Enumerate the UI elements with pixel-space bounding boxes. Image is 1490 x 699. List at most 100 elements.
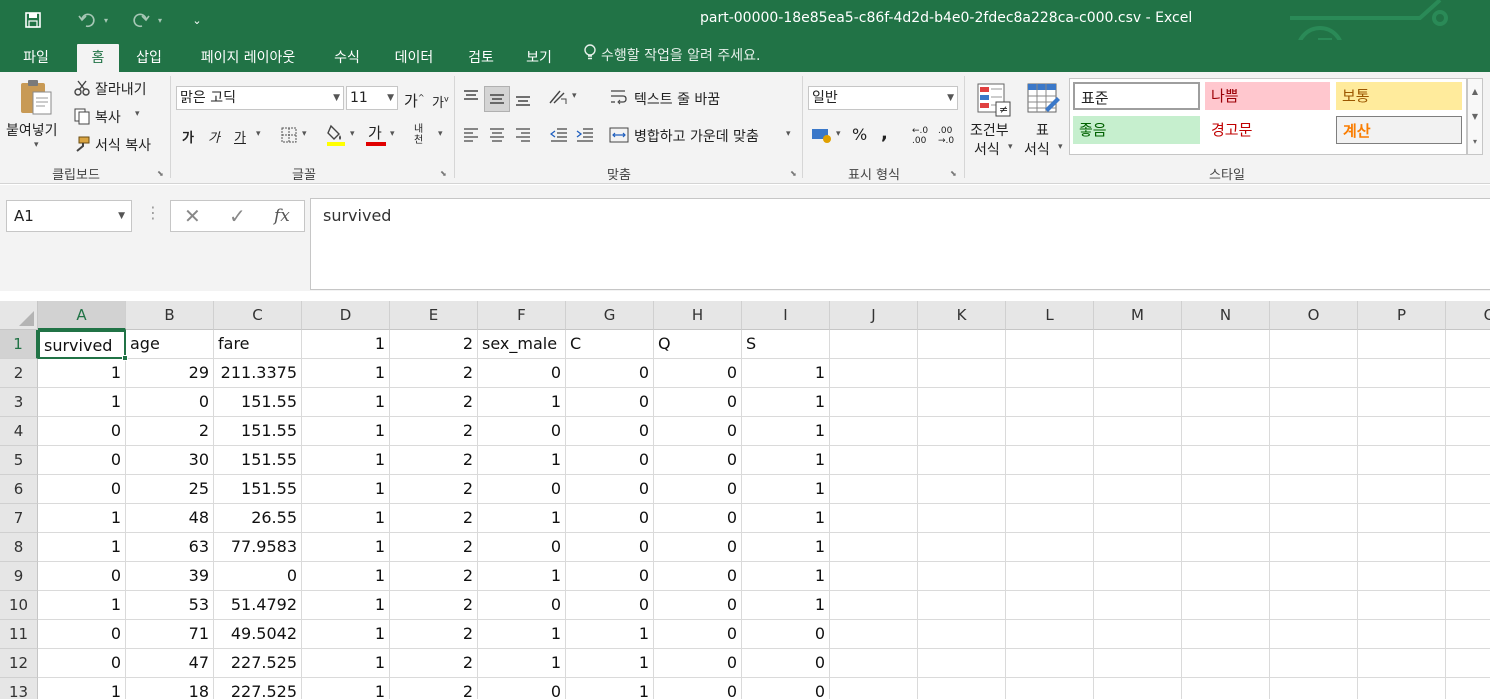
cell-c7[interactable]: 26.55 [214, 504, 302, 533]
cell-f9[interactable]: 1 [478, 562, 566, 591]
row-header-3[interactable]: 3 [0, 388, 38, 417]
cell-i7[interactable]: 1 [742, 504, 830, 533]
orientation-icon[interactable] [546, 86, 570, 108]
cell-m1[interactable] [1094, 330, 1182, 359]
cell-n8[interactable] [1182, 533, 1270, 562]
cut-button[interactable]: 잘라내기 [95, 79, 147, 99]
cell-g1[interactable]: C [566, 330, 654, 359]
cell-h1[interactable]: Q [654, 330, 742, 359]
select-all-button[interactable] [0, 301, 38, 330]
cell-p1[interactable] [1358, 330, 1446, 359]
cell-e6[interactable]: 2 [390, 475, 478, 504]
cell-o10[interactable] [1270, 591, 1358, 620]
cell-k5[interactable] [918, 446, 1006, 475]
column-header-i[interactable]: I [742, 301, 830, 330]
cell-e1[interactable]: 2 [390, 330, 478, 359]
cell-q11[interactable] [1446, 620, 1490, 649]
tab-review[interactable]: 검토 [456, 44, 506, 72]
cell-j11[interactable] [830, 620, 918, 649]
cell-b12[interactable]: 47 [126, 649, 214, 678]
cell-o8[interactable] [1270, 533, 1358, 562]
cell-d1[interactable]: 1 [302, 330, 390, 359]
cell-g4[interactable]: 0 [566, 417, 654, 446]
row-header-9[interactable]: 9 [0, 562, 38, 591]
cell-p6[interactable] [1358, 475, 1446, 504]
cell-o11[interactable] [1270, 620, 1358, 649]
cancel-icon[interactable]: ✕ [184, 204, 201, 228]
row-header-6[interactable]: 6 [0, 475, 38, 504]
underline-button[interactable]: 가 [234, 127, 246, 146]
increase-decimal-button[interactable]: ←.0 .00 [912, 126, 932, 146]
cell-a10[interactable]: 1 [38, 591, 126, 620]
cell-l3[interactable] [1006, 388, 1094, 417]
cell-m9[interactable] [1094, 562, 1182, 591]
number-launcher-icon[interactable]: ⬊ [950, 169, 959, 178]
cell-g12[interactable]: 1 [566, 649, 654, 678]
cell-n3[interactable] [1182, 388, 1270, 417]
cell-g3[interactable]: 0 [566, 388, 654, 417]
cell-l2[interactable] [1006, 359, 1094, 388]
insert-function-icon[interactable]: fx [274, 206, 290, 226]
chevron-up-icon[interactable]: ▲ [1468, 79, 1482, 104]
currency-icon[interactable] [810, 124, 834, 146]
currency-dropdown-icon[interactable]: ▾ [836, 129, 841, 139]
cell-n9[interactable] [1182, 562, 1270, 591]
cell-m12[interactable] [1094, 649, 1182, 678]
customize-qat-icon[interactable]: ⌄ [188, 8, 206, 32]
cell-g9[interactable]: 0 [566, 562, 654, 591]
column-header-o[interactable]: O [1270, 301, 1358, 330]
cell-j8[interactable] [830, 533, 918, 562]
tab-view[interactable]: 보기 [514, 44, 564, 72]
cell-b4[interactable]: 2 [126, 417, 214, 446]
cell-i4[interactable]: 1 [742, 417, 830, 446]
cell-i2[interactable]: 1 [742, 359, 830, 388]
cell-p11[interactable] [1358, 620, 1446, 649]
font-size-select[interactable]: 11 ▼ [346, 86, 398, 110]
column-header-b[interactable]: B [126, 301, 214, 330]
cell-a6[interactable]: 0 [38, 475, 126, 504]
cell-e7[interactable]: 2 [390, 504, 478, 533]
cell-b7[interactable]: 48 [126, 504, 214, 533]
cell-m4[interactable] [1094, 417, 1182, 446]
cell-g13[interactable]: 1 [566, 678, 654, 699]
cell-f12[interactable]: 1 [478, 649, 566, 678]
cell-b11[interactable]: 71 [126, 620, 214, 649]
redo-icon[interactable] [128, 8, 154, 32]
cell-b5[interactable]: 30 [126, 446, 214, 475]
cell-a7[interactable]: 1 [38, 504, 126, 533]
align-middle-icon[interactable] [484, 86, 510, 112]
align-bottom-icon[interactable] [512, 88, 534, 110]
column-header-k[interactable]: K [918, 301, 1006, 330]
cell-g11[interactable]: 1 [566, 620, 654, 649]
cell-n2[interactable] [1182, 359, 1270, 388]
paste-label[interactable]: 붙여넣기 [6, 120, 58, 140]
cell-a2[interactable]: 1 [38, 359, 126, 388]
cell-e3[interactable]: 2 [390, 388, 478, 417]
cell-q4[interactable] [1446, 417, 1490, 446]
cell-h12[interactable]: 0 [654, 649, 742, 678]
cell-o12[interactable] [1270, 649, 1358, 678]
cell-b2[interactable]: 29 [126, 359, 214, 388]
cell-f13[interactable]: 0 [478, 678, 566, 699]
cell-m7[interactable] [1094, 504, 1182, 533]
cell-i9[interactable]: 1 [742, 562, 830, 591]
copy-button[interactable]: 복사 [95, 107, 121, 127]
number-format-select[interactable]: 일반 ▼ [808, 86, 958, 110]
cell-j13[interactable] [830, 678, 918, 699]
cell-l1[interactable] [1006, 330, 1094, 359]
wrap-text-icon[interactable] [608, 86, 630, 108]
cell-k4[interactable] [918, 417, 1006, 446]
cell-f10[interactable]: 0 [478, 591, 566, 620]
cell-b13[interactable]: 18 [126, 678, 214, 699]
align-center-icon[interactable] [486, 124, 508, 146]
cell-a11[interactable]: 0 [38, 620, 126, 649]
percent-button[interactable]: % [852, 125, 867, 144]
cell-b1[interactable]: age [126, 330, 214, 359]
cell-c8[interactable]: 77.9583 [214, 533, 302, 562]
chevron-down-icon[interactable]: ▼ [1468, 104, 1482, 129]
cell-e9[interactable]: 2 [390, 562, 478, 591]
cell-a13[interactable]: 1 [38, 678, 126, 699]
cell-q7[interactable] [1446, 504, 1490, 533]
column-header-n[interactable]: N [1182, 301, 1270, 330]
cell-m13[interactable] [1094, 678, 1182, 699]
